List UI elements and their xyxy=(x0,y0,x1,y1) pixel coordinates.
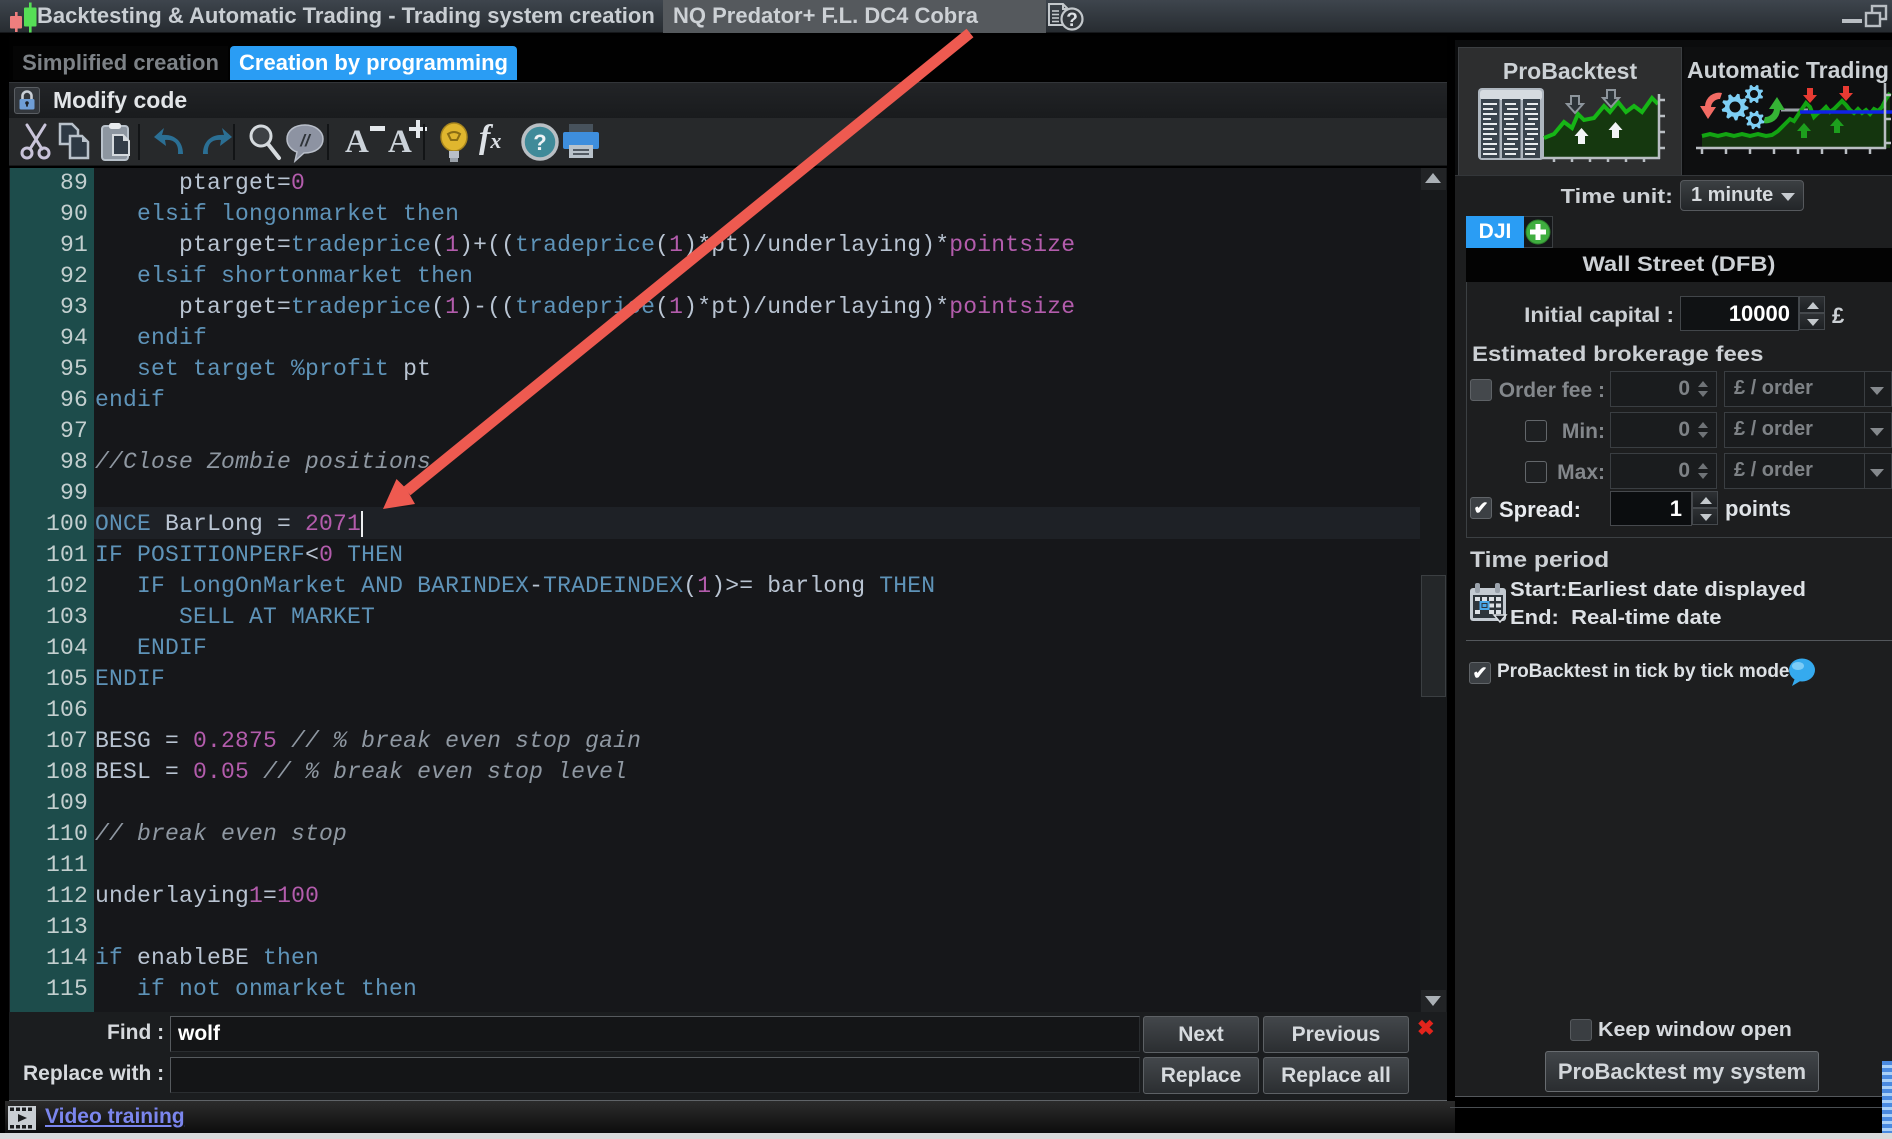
svg-text:?: ? xyxy=(1066,10,1078,31)
svg-text:?: ? xyxy=(533,130,546,155)
